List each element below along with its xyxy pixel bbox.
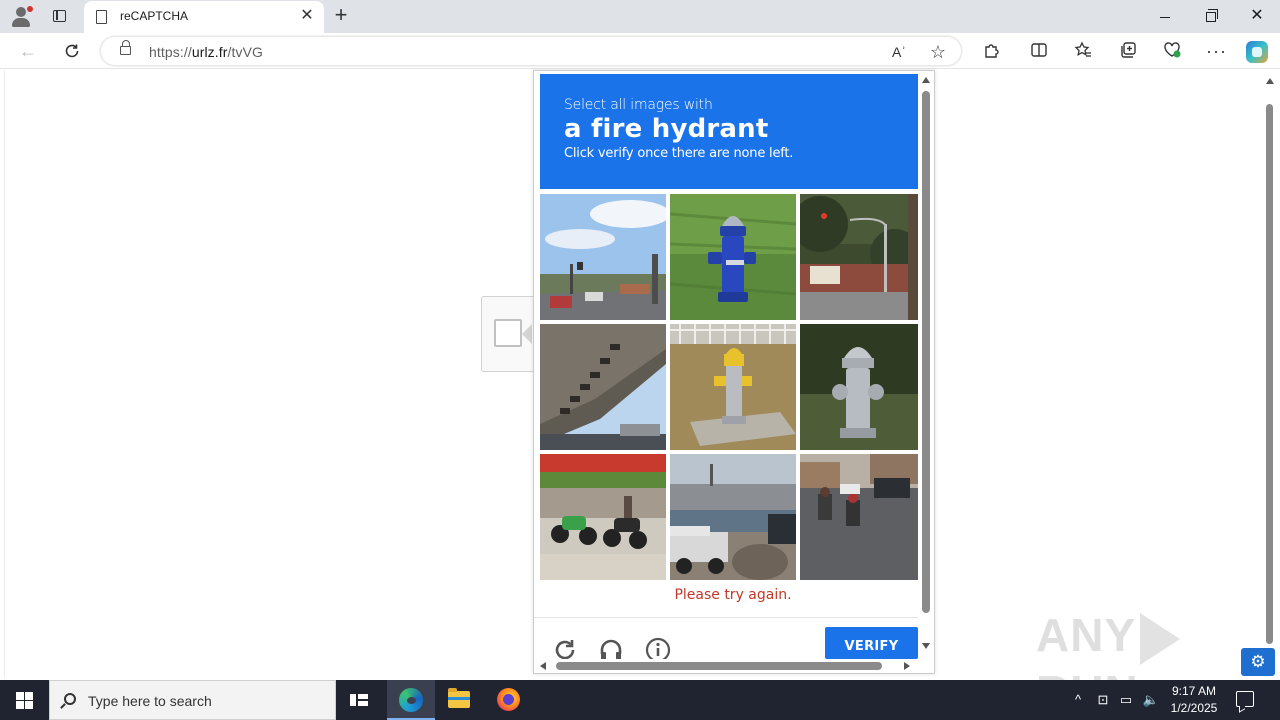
page-scrollbar[interactable] bbox=[1262, 76, 1278, 678]
search-placeholder: Type here to search bbox=[88, 693, 212, 709]
favorites-icon[interactable] bbox=[1073, 41, 1093, 61]
refresh-button[interactable] bbox=[60, 39, 84, 63]
challenge-vertical-scrollbar[interactable] bbox=[918, 71, 934, 659]
edge-taskbar-button[interactable] bbox=[387, 680, 435, 720]
collections-icon[interactable] bbox=[1118, 41, 1138, 61]
task-view-icon[interactable] bbox=[350, 692, 368, 708]
copilot-icon[interactable] bbox=[1246, 41, 1268, 63]
page-icon bbox=[96, 10, 107, 24]
error-message: Please try again. bbox=[674, 587, 792, 603]
minimize-button[interactable] bbox=[1142, 0, 1188, 32]
scroll-up-icon[interactable] bbox=[1266, 78, 1274, 84]
firefox-icon bbox=[497, 688, 520, 711]
close-window-button[interactable]: ✕ bbox=[1234, 0, 1280, 32]
image-tile[interactable] bbox=[670, 194, 796, 320]
favorite-star-icon[interactable]: ☆ bbox=[928, 42, 948, 62]
back-button[interactable]: ← bbox=[16, 39, 40, 63]
clock-time: 9:17 AM bbox=[1171, 684, 1217, 698]
tab-strip: reCAPTCHA ✕ + ✕ bbox=[0, 0, 1280, 33]
taskbar-search[interactable]: Type here to search bbox=[49, 680, 336, 720]
clock-date: 1/2/2025 bbox=[1170, 701, 1218, 715]
image-tile[interactable] bbox=[540, 454, 666, 580]
challenge-horizontal-scrollbar[interactable] bbox=[534, 659, 920, 673]
search-icon bbox=[64, 693, 76, 705]
new-tab-button[interactable]: + bbox=[330, 4, 352, 27]
scroll-right-icon[interactable] bbox=[904, 662, 910, 670]
tab-title: reCAPTCHA bbox=[120, 9, 189, 23]
more-menu-icon[interactable]: ··· bbox=[1206, 41, 1226, 61]
volume-icon[interactable]: 🔈 bbox=[1140, 680, 1162, 720]
image-tile[interactable] bbox=[540, 194, 666, 320]
edge-icon bbox=[399, 688, 423, 712]
image-tile[interactable] bbox=[670, 454, 796, 580]
taskbar: Type here to search ^ ⊡ ▭ 🔈 9:17 AM 1/2/… bbox=[0, 680, 1280, 720]
split-screen-icon[interactable] bbox=[1029, 41, 1049, 61]
scroll-thumb[interactable] bbox=[1266, 104, 1273, 644]
prompt-instruction: Select all images with bbox=[564, 97, 713, 113]
image-tile[interactable] bbox=[800, 194, 918, 320]
scroll-thumb[interactable] bbox=[556, 662, 882, 670]
browser-essentials-icon[interactable] bbox=[1162, 41, 1182, 61]
footer-divider bbox=[534, 617, 920, 618]
image-tile[interactable] bbox=[800, 324, 918, 450]
tab-close-icon[interactable]: ✕ bbox=[298, 7, 316, 25]
browser-toolbar: ← https://urlz.fr/tvVG Aʾ ☆ ··· bbox=[0, 33, 1280, 69]
lock-icon[interactable] bbox=[120, 40, 131, 55]
prompt-hint: Click verify once there are none left. bbox=[564, 146, 794, 161]
restore-button[interactable] bbox=[1188, 0, 1234, 32]
notification-icon[interactable] bbox=[1236, 691, 1254, 707]
file-explorer-button[interactable] bbox=[435, 680, 483, 720]
start-button[interactable] bbox=[0, 680, 48, 720]
challenge-header: Select all images with a fire hydrant Cl… bbox=[540, 74, 918, 189]
anchor-pointer bbox=[522, 324, 532, 344]
image-tile[interactable] bbox=[670, 324, 796, 450]
image-tile[interactable] bbox=[540, 324, 666, 450]
network-icon[interactable]: ▭ bbox=[1116, 680, 1136, 720]
prompt-target: a fire hydrant bbox=[564, 114, 769, 144]
image-tile[interactable] bbox=[800, 454, 918, 580]
profile-icon[interactable] bbox=[10, 5, 34, 29]
folder-icon bbox=[448, 688, 470, 708]
network-drive-icon[interactable]: ⊡ bbox=[1094, 680, 1112, 720]
tab-actions-icon[interactable] bbox=[48, 6, 70, 26]
firefox-button[interactable] bbox=[484, 680, 532, 720]
recaptcha-challenge: Select all images with a fire hydrant Cl… bbox=[533, 70, 935, 674]
system-clock[interactable]: 9:17 AM 1/2/2025 bbox=[1162, 683, 1226, 717]
image-grid bbox=[540, 194, 924, 584]
url-text[interactable]: https://urlz.fr/tvVG bbox=[149, 44, 263, 60]
scroll-thumb[interactable] bbox=[922, 91, 930, 613]
scroll-left-icon[interactable] bbox=[540, 662, 546, 670]
tab-recaptcha[interactable]: reCAPTCHA ✕ bbox=[84, 1, 324, 33]
chevron-up-icon[interactable]: ^ bbox=[1068, 680, 1088, 720]
scroll-up-icon[interactable] bbox=[922, 77, 930, 83]
recaptcha-checkbox[interactable] bbox=[494, 319, 522, 347]
extensions-icon[interactable] bbox=[981, 41, 1001, 61]
verify-button[interactable]: VERIFY bbox=[825, 627, 918, 659]
scroll-down-icon[interactable] bbox=[922, 643, 930, 649]
refresh-icon bbox=[65, 44, 79, 58]
address-bar[interactable]: https://urlz.fr/tvVG Aʾ ☆ bbox=[100, 36, 962, 66]
read-aloud-icon[interactable]: Aʾ bbox=[889, 42, 909, 62]
gear-icon[interactable]: ⚙ bbox=[1241, 648, 1275, 676]
